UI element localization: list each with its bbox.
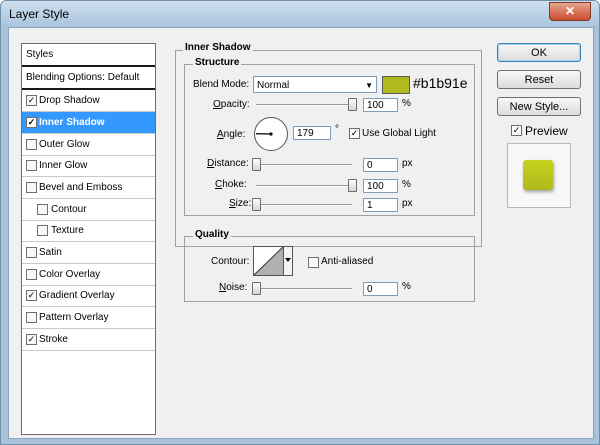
anti-aliased-checkbox[interactable] [308, 257, 319, 268]
opacity-label: Opacity: [213, 99, 250, 110]
choke-input[interactable]: 100 [363, 179, 398, 193]
new-style-button[interactable]: New Style... [497, 97, 581, 116]
style-item-bevel-emboss[interactable]: Bevel and Emboss [22, 177, 155, 199]
size-slider-track[interactable] [256, 204, 352, 206]
style-item-drop-shadow[interactable]: ✓ Drop Shadow [22, 90, 155, 112]
distance-unit: px [402, 158, 413, 169]
opacity-slider-thumb[interactable] [348, 98, 357, 111]
style-item-gradient-overlay[interactable]: ✓ Gradient Overlay [22, 285, 155, 307]
preview-label: Preview [525, 124, 568, 138]
preview-box [507, 143, 571, 208]
window-title: Layer Style [9, 7, 70, 21]
blending-options-item[interactable]: Blending Options: Default [22, 67, 155, 90]
size-slider-thumb[interactable] [252, 198, 261, 211]
preview-swatch [523, 160, 553, 190]
style-item-stroke[interactable]: ✓ Stroke [22, 329, 155, 351]
use-global-light-checkbox[interactable]: ✓ [349, 128, 360, 139]
distance-input[interactable]: 0 [363, 158, 398, 172]
shadow-color-hex: #b1b91e [413, 75, 468, 91]
checkbox-inner-shadow[interactable]: ✓ [26, 117, 37, 128]
size-input[interactable]: 1 [363, 198, 398, 212]
opacity-slider-track[interactable] [256, 104, 352, 106]
checkbox-drop-shadow[interactable]: ✓ [26, 95, 37, 106]
contour-picker[interactable] [253, 246, 293, 276]
distance-slider-track[interactable] [256, 164, 352, 166]
shadow-color-swatch[interactable] [382, 76, 410, 94]
use-global-light-label: Use Global Light [362, 128, 436, 139]
noise-input[interactable]: 0 [363, 282, 398, 296]
checkbox-bevel-emboss[interactable] [26, 182, 37, 193]
checkbox-gradient-overlay[interactable]: ✓ [26, 290, 37, 301]
opacity-input[interactable]: 100 [363, 98, 398, 112]
distance-label: Distance: [207, 158, 249, 169]
style-item-color-overlay[interactable]: Color Overlay [22, 264, 155, 286]
title-bar[interactable]: Layer Style ✕ [1, 1, 599, 27]
chevron-down-icon: ▼ [365, 81, 373, 90]
size-unit: px [402, 198, 413, 209]
blend-mode-value: Normal [257, 80, 290, 91]
choke-slider-thumb[interactable] [348, 179, 357, 192]
distance-slider-thumb[interactable] [252, 158, 261, 171]
angle-dial[interactable] [253, 116, 289, 152]
checkbox-satin[interactable] [26, 247, 37, 258]
size-label: Size: [229, 198, 252, 209]
style-item-pattern-overlay[interactable]: Pattern Overlay [22, 307, 155, 329]
style-item-outer-glow[interactable]: Outer Glow [22, 134, 155, 156]
reset-button[interactable]: Reset [497, 70, 581, 89]
check-icon: ✓ [512, 125, 521, 135]
check-icon: ✓ [27, 290, 36, 300]
check-icon: ✓ [27, 334, 36, 344]
checkbox-color-overlay[interactable] [26, 269, 37, 280]
checkbox-texture[interactable] [37, 225, 48, 236]
angle-unit: ° [335, 124, 339, 135]
blend-mode-select[interactable]: Normal ▼ [253, 76, 377, 93]
styles-list: Styles Blending Options: Default ✓ Drop S… [21, 43, 156, 435]
quality-title: Quality [193, 229, 231, 240]
checkbox-stroke[interactable]: ✓ [26, 334, 37, 345]
check-icon: ✓ [27, 95, 36, 105]
style-item-texture[interactable]: Texture [22, 220, 155, 242]
opacity-unit: % [402, 98, 411, 109]
styles-header[interactable]: Styles [22, 44, 155, 67]
structure-title: Structure [193, 57, 242, 68]
choke-unit: % [402, 179, 411, 190]
choke-slider-track[interactable] [256, 185, 352, 187]
checkbox-inner-glow[interactable] [26, 160, 37, 171]
noise-label: Noise: [219, 282, 248, 293]
angle-label: Angle: [217, 129, 246, 140]
choke-label: Choke: [215, 179, 247, 190]
contour-label: Contour: [211, 256, 250, 267]
close-icon: ✕ [564, 4, 576, 18]
check-icon: ✓ [27, 117, 36, 127]
close-button[interactable]: ✕ [549, 2, 591, 21]
inner-shadow-title: Inner Shadow [183, 42, 253, 53]
layer-style-window: Layer Style ✕ Styles Blending Options: D… [0, 0, 600, 445]
ok-button[interactable]: OK [497, 43, 581, 62]
checkbox-pattern-overlay[interactable] [26, 312, 37, 323]
style-item-inner-shadow[interactable]: ✓ Inner Shadow [22, 112, 155, 134]
angle-input[interactable]: 179 [293, 126, 331, 140]
checkbox-outer-glow[interactable] [26, 139, 37, 150]
noise-unit: % [402, 281, 411, 292]
preview-checkbox[interactable]: ✓ [511, 125, 522, 136]
checkbox-contour[interactable] [37, 204, 48, 215]
dialog-client: Styles Blending Options: Default ✓ Drop S… [8, 27, 594, 439]
noise-slider-track[interactable] [256, 288, 352, 290]
style-item-satin[interactable]: Satin [22, 242, 155, 264]
style-item-inner-glow[interactable]: Inner Glow [22, 155, 155, 177]
style-item-contour[interactable]: Contour [22, 199, 155, 221]
anti-aliased-label: Anti-aliased [321, 256, 374, 267]
blend-mode-label: Blend Mode: [193, 79, 250, 90]
noise-slider-thumb[interactable] [252, 282, 261, 295]
check-icon: ✓ [350, 128, 359, 138]
